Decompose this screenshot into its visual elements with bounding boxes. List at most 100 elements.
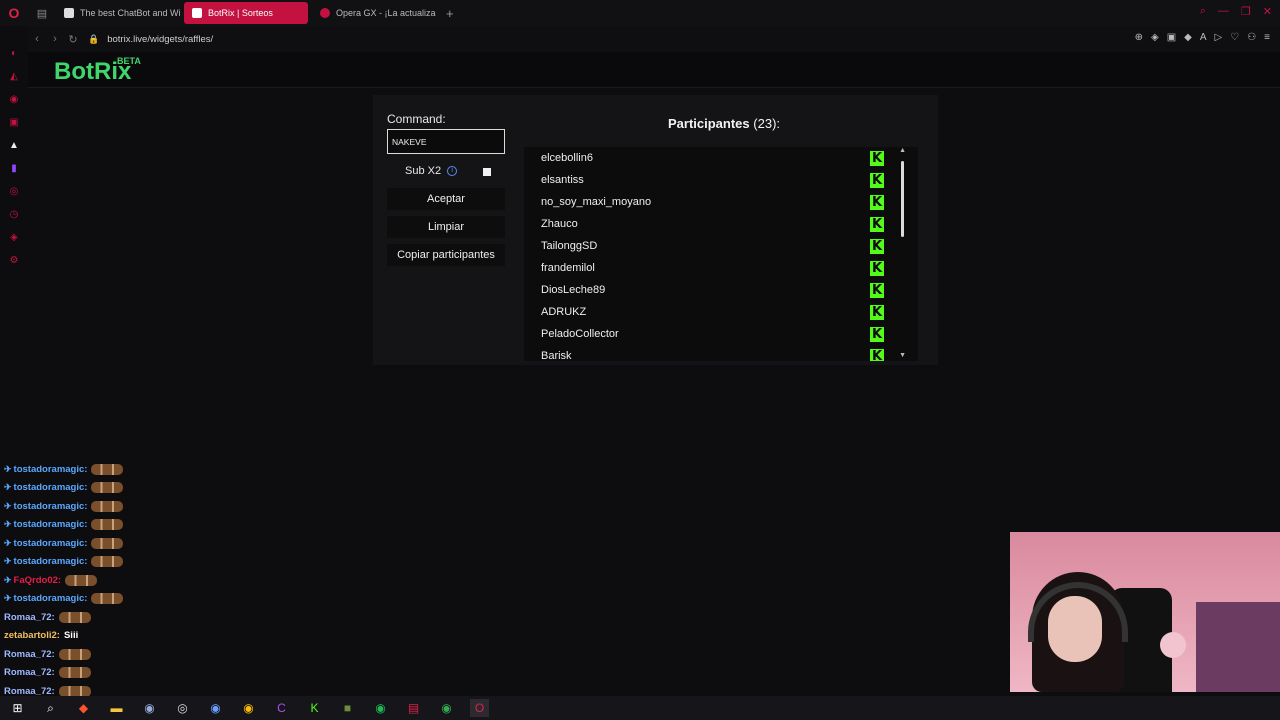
search-icon[interactable]: ⌕ bbox=[41, 699, 60, 717]
kick-logo-icon: K bbox=[870, 348, 884, 361]
copy-participants-button[interactable]: Copiar participantes bbox=[387, 244, 505, 266]
participants-title-text: Participantes bbox=[668, 116, 750, 131]
chat-message: Romaa_72: bbox=[0, 645, 240, 664]
chrome-icon[interactable]: ◉ bbox=[239, 699, 258, 717]
kick-logo-icon: K bbox=[870, 304, 884, 320]
participant-name: ADRUKZ bbox=[541, 306, 587, 318]
chat-message: ✈ tostadoramagic: bbox=[0, 460, 240, 479]
chat-username: tostadoramagic: bbox=[13, 519, 88, 531]
kick-logo-icon: K bbox=[870, 150, 884, 166]
chat-username: zetabartoli2: bbox=[4, 630, 60, 642]
opera-logo-icon[interactable]: O bbox=[0, 0, 28, 26]
menu-icon[interactable]: ≡ bbox=[1264, 32, 1270, 43]
tab-chatbot[interactable]: The best ChatBot and Wi bbox=[56, 2, 180, 24]
command-input[interactable] bbox=[387, 129, 505, 154]
tab-manager-icon[interactable]: ▤ bbox=[28, 7, 56, 20]
tab-opera-gx[interactable]: Opera GX - ¡La actualizac bbox=[312, 2, 436, 24]
scroll-down-icon[interactable]: ▼ bbox=[899, 352, 906, 359]
site-header: BotRix BETA bbox=[28, 52, 1280, 88]
spotify-icon[interactable]: ◉ bbox=[371, 699, 390, 717]
beta-badge: BETA bbox=[117, 56, 141, 66]
player-icon[interactable]: ▷ bbox=[1215, 32, 1223, 43]
kick-logo-icon: K bbox=[870, 282, 884, 298]
participant-row: frandemilol K bbox=[524, 257, 918, 279]
participant-name: Barisk bbox=[541, 350, 572, 361]
kick-logo-icon: K bbox=[870, 194, 884, 210]
chat-emote-icon bbox=[91, 519, 124, 531]
window-controls: ⌕ — ❐ ✕ bbox=[1200, 5, 1272, 18]
tab-botrix-sorteos[interactable]: BotRix | Sorteos bbox=[184, 2, 308, 24]
messenger-icon[interactable]: ◉ bbox=[7, 94, 21, 108]
new-tab-icon[interactable]: + bbox=[446, 6, 454, 21]
bookmarks-icon[interactable]: ▣ bbox=[7, 117, 21, 131]
participant-row: ADRUKZ K bbox=[524, 301, 918, 323]
snapshot-icon[interactable]: ▣ bbox=[1167, 32, 1176, 43]
clear-button[interactable]: Limpiar bbox=[387, 216, 505, 238]
chat-username: Romaa_72: bbox=[4, 667, 55, 679]
zoom-icon[interactable]: ⊕ bbox=[1135, 32, 1143, 43]
gx-corner-icon[interactable]: ◭ bbox=[7, 71, 21, 85]
speed-dial-icon[interactable]: ▲ bbox=[7, 140, 21, 154]
chat-emote-icon bbox=[58, 611, 91, 623]
windows-start-icon[interactable]: ⊞ bbox=[8, 699, 27, 717]
kick-icon[interactable]: K bbox=[305, 699, 324, 717]
twitch-icon[interactable]: ▮ bbox=[7, 163, 21, 177]
chrome-blue-icon[interactable]: ◉ bbox=[206, 699, 225, 717]
url-field[interactable]: botrix.live/widgets/raffles/ bbox=[107, 34, 213, 45]
chat-emote-icon bbox=[58, 667, 91, 679]
player-sidebar-icon[interactable]: ◎ bbox=[7, 186, 21, 200]
sub-x2-row: Sub X2 i bbox=[405, 165, 458, 177]
vpn-icon[interactable]: ◆ bbox=[1184, 32, 1192, 43]
scroll-up-icon[interactable]: ▲ bbox=[899, 147, 906, 154]
botrix-favicon-icon bbox=[192, 8, 202, 18]
reload-icon[interactable]: ↻ bbox=[64, 33, 82, 46]
scrollbar-thumb[interactable] bbox=[901, 161, 904, 237]
history-icon[interactable]: ◷ bbox=[7, 209, 21, 223]
sub-x2-checkbox[interactable] bbox=[483, 168, 491, 176]
gx-control-icon[interactable]: ◐ bbox=[7, 48, 21, 62]
participant-row: Zhauco K bbox=[524, 213, 918, 235]
kick-logo-icon: K bbox=[870, 260, 884, 276]
participants-list[interactable]: elcebollin6 Kelsantiss Kno_soy_maxi_moyano… bbox=[524, 147, 918, 361]
participant-row: DiosLeche89 K bbox=[524, 279, 918, 301]
settings-icon[interactable]: ⚙ bbox=[7, 255, 21, 269]
participant-row: TailonggSD K bbox=[524, 235, 918, 257]
participant-row: PeladoCollector K bbox=[524, 323, 918, 345]
chat-username: tostadoramagic: bbox=[13, 593, 88, 605]
obs-icon[interactable]: ◎ bbox=[173, 699, 192, 717]
heart-icon[interactable]: ♡ bbox=[1230, 32, 1239, 43]
chrome-alt-icon[interactable]: ◉ bbox=[437, 699, 456, 717]
tab-label: BotRix | Sorteos bbox=[208, 8, 273, 18]
participant-row: elsantiss K bbox=[524, 169, 918, 191]
steam-icon[interactable]: ◉ bbox=[140, 699, 159, 717]
chat-badge-icon: ✈ bbox=[4, 556, 12, 567]
address-tools: ⊕ ◈ ▣ ◆ A ▷ ♡ ⚇ ≡ bbox=[1135, 32, 1270, 43]
back-icon[interactable]: ‹ bbox=[28, 33, 46, 45]
video-editor-icon[interactable]: ▤ bbox=[404, 699, 423, 717]
participant-name: TailonggSD bbox=[541, 240, 598, 252]
forward-icon[interactable]: › bbox=[46, 33, 64, 45]
canva-icon[interactable]: C bbox=[272, 699, 291, 717]
profile-icon[interactable]: ⚇ bbox=[1247, 32, 1256, 43]
chat-badge-icon: ✈ bbox=[4, 482, 12, 493]
chat-emote-icon bbox=[65, 574, 98, 586]
maximize-icon[interactable]: ❐ bbox=[1241, 5, 1251, 18]
search-icon[interactable]: ⌕ bbox=[1200, 5, 1206, 18]
brave-icon[interactable]: ◆ bbox=[74, 699, 93, 717]
opera-favicon-icon bbox=[320, 8, 330, 18]
minimize-icon[interactable]: — bbox=[1218, 5, 1229, 18]
close-icon[interactable]: ✕ bbox=[1263, 5, 1272, 18]
translate-icon[interactable]: A bbox=[1200, 32, 1207, 43]
webcam-video bbox=[1010, 532, 1280, 692]
participant-name: elsantiss bbox=[541, 174, 584, 186]
extensions-icon[interactable]: ◈ bbox=[7, 232, 21, 246]
opera-gx-icon[interactable]: O bbox=[470, 699, 489, 717]
accept-button[interactable]: Aceptar bbox=[387, 188, 505, 210]
info-icon[interactable]: i bbox=[447, 166, 458, 176]
minecraft-icon[interactable]: ■ bbox=[338, 699, 357, 717]
chat-badge-icon: ✈ bbox=[4, 593, 12, 604]
stream-chat-overlay: ✈ tostadoramagic: ✈ tostadoramagic: ✈ tostado… bbox=[0, 460, 240, 701]
adblock-icon[interactable]: ◈ bbox=[1151, 32, 1159, 43]
file-explorer-icon[interactable]: ▬ bbox=[107, 699, 126, 717]
chat-username: tostadoramagic: bbox=[13, 537, 88, 549]
